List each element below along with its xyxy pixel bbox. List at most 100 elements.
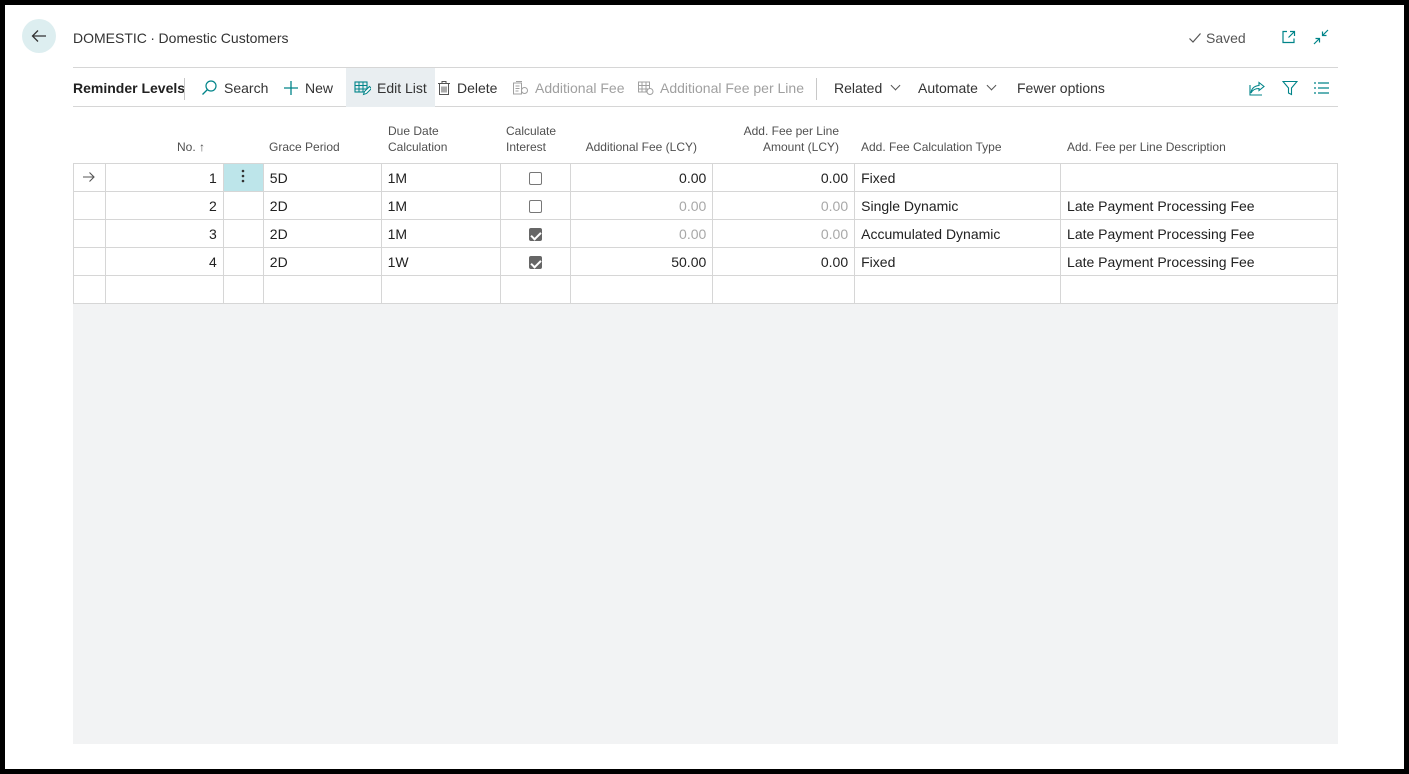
column-header-no[interactable]: No. ↑ (105, 139, 205, 155)
cell-grace-period[interactable]: 2D (262, 219, 382, 248)
related-menu[interactable]: Related (834, 68, 901, 107)
reminder-levels-grid: No. ↑ Grace Period Due Date Calculation … (73, 117, 1338, 744)
table-row[interactable]: 2 2D 1M 0.00 0.00 Single Dynamic Late Payment … (73, 191, 1338, 220)
empty-cell[interactable] (854, 275, 1062, 304)
column-header-add-fee-calculation-type[interactable]: Add. Fee Calculation Type (861, 139, 1002, 155)
cell-add-fee-calculation-type[interactable]: Single Dynamic (854, 191, 1062, 220)
empty-cell[interactable] (222, 275, 264, 304)
automate-menu[interactable]: Automate (918, 68, 997, 107)
cell-add-fee-calculation-type[interactable]: Fixed (854, 163, 1062, 192)
calculate-interest-checkbox[interactable] (528, 200, 542, 214)
empty-cell[interactable] (262, 275, 382, 304)
cell-add-fee-per-line-description[interactable] (1060, 163, 1338, 192)
column-header-additional-fee[interactable]: Additional Fee (LCY) (577, 139, 697, 155)
open-in-new-window-icon (1282, 30, 1296, 44)
cell-grace-period[interactable]: 5D (262, 163, 382, 192)
cell-grace-period[interactable]: 2D (262, 247, 382, 276)
cell-due-date-calculation[interactable]: 1M (380, 191, 501, 220)
cell-no[interactable]: 1 (104, 163, 224, 192)
share-button[interactable] (1249, 68, 1266, 107)
cell-add-fee-per-line-description[interactable]: Late Payment Processing Fee (1060, 247, 1338, 276)
table-row[interactable]: 4 2D 1W 50.00 0.00 Fixed Late Payment Processi… (73, 247, 1338, 276)
cell-additional-fee[interactable]: 50.00 (570, 247, 714, 276)
cell-grace-period[interactable]: 2D (262, 191, 382, 220)
search-icon (202, 80, 217, 95)
additional-fee-button[interactable]: Additional Fee (512, 68, 625, 107)
collapse-button[interactable] (1311, 27, 1331, 47)
calculate-interest-checkbox[interactable] (528, 228, 542, 242)
cell-add-fee-calculation-type[interactable]: Accumulated Dynamic (854, 219, 1062, 248)
delete-button[interactable]: Delete (437, 68, 497, 107)
row-actions-button[interactable] (222, 163, 264, 192)
fewer-options-label: Fewer options (1017, 79, 1105, 96)
share-icon (1249, 80, 1265, 96)
cell-calculate-interest[interactable] (499, 219, 572, 248)
column-header-grace-period[interactable]: Grace Period (269, 139, 340, 155)
cell-calculate-interest[interactable] (499, 191, 572, 220)
cell-additional-fee[interactable]: 0.00 (570, 163, 714, 192)
cell-add-fee-per-line-amount[interactable]: 0.00 (712, 247, 856, 276)
saved-label: Saved (1206, 30, 1246, 46)
due-date-line2: Calculation (388, 140, 448, 154)
cell-additional-fee[interactable]: 0.00 (570, 191, 714, 220)
cell-add-fee-per-line-description[interactable]: Late Payment Processing Fee (1060, 191, 1338, 220)
additional-fee-label: Additional Fee (535, 79, 625, 96)
row-indicator (73, 191, 106, 220)
open-new-window-button[interactable] (1279, 27, 1299, 47)
table-row-new[interactable] (73, 275, 1338, 304)
filter-icon (1282, 80, 1298, 95)
additional-fee-per-line-label: Additional Fee per Line (660, 79, 804, 96)
edit-list-icon (354, 80, 371, 95)
column-header-due-date-calculation[interactable]: Due Date Calculation (388, 123, 447, 155)
edit-list-label: Edit List (377, 79, 427, 96)
cell-add-fee-calculation-type[interactable]: Fixed (854, 247, 1062, 276)
cell-add-fee-per-line-amount[interactable]: 0.00 (712, 191, 856, 220)
filter-button[interactable] (1282, 68, 1298, 107)
cell-calculate-interest[interactable] (499, 163, 572, 192)
calculate-interest-checkbox[interactable] (528, 172, 542, 186)
cell-add-fee-per-line-amount[interactable]: 0.00 (712, 219, 856, 248)
delete-label: Delete (457, 79, 498, 96)
chevron-down-icon (890, 80, 901, 91)
cell-no[interactable]: 4 (104, 247, 224, 276)
cell-add-fee-per-line-description[interactable]: Late Payment Processing Fee (1060, 219, 1338, 248)
collapse-icon (1313, 29, 1329, 45)
empty-cell[interactable] (712, 275, 856, 304)
related-label: Related (834, 79, 883, 96)
list-view-button[interactable] (1313, 68, 1330, 107)
table-body: 1 5D 1M 0.00 0.00 Fixed 2 2D 1M 0.00 0.00 Single Dy… (73, 163, 1338, 304)
calculate-interest-line1: Calculate (506, 124, 557, 138)
empty-cell[interactable] (380, 275, 501, 304)
per-line-amount-line1: Add. Fee per Line (743, 124, 839, 138)
table-row[interactable]: 3 2D 1M 0.00 0.00 Accumulated Dynamic Late Pay… (73, 219, 1338, 248)
empty-cell[interactable] (499, 275, 572, 304)
row-actions-cell (222, 219, 264, 248)
empty-cell[interactable] (1060, 275, 1338, 304)
action-bar: Reminder Levels Search New Edit List Del… (73, 67, 1338, 107)
arrow-left-icon (31, 30, 46, 42)
additional-fee-per-line-button[interactable]: Additional Fee per Line (637, 68, 804, 107)
cell-due-date-calculation[interactable]: 1M (380, 163, 501, 192)
cell-due-date-calculation[interactable]: 1M (380, 219, 501, 248)
empty-cell[interactable] (73, 275, 106, 304)
divider (816, 78, 817, 100)
calculate-interest-checkbox[interactable] (528, 256, 542, 270)
fewer-options-button[interactable]: Fewer options (1017, 68, 1105, 107)
column-header-calculate-interest[interactable]: Calculate Interest (506, 123, 556, 155)
cell-additional-fee[interactable]: 0.00 (570, 219, 714, 248)
cell-calculate-interest[interactable] (499, 247, 572, 276)
table-row[interactable]: 1 5D 1M 0.00 0.00 Fixed (73, 163, 1338, 192)
column-header-add-fee-per-line-description[interactable]: Add. Fee per Line Description (1067, 139, 1226, 155)
edit-list-button[interactable]: Edit List (346, 68, 435, 107)
cell-no[interactable]: 2 (104, 191, 224, 220)
empty-cell[interactable] (104, 275, 224, 304)
fee-setup-icon (513, 80, 528, 94)
back-button[interactable] (22, 19, 56, 53)
search-button[interactable]: Search (201, 68, 268, 107)
column-header-add-fee-per-line-amount[interactable]: Add. Fee per Line Amount (LCY) (719, 123, 839, 155)
cell-due-date-calculation[interactable]: 1W (380, 247, 501, 276)
new-button[interactable]: New (283, 68, 333, 107)
cell-no[interactable]: 3 (104, 219, 224, 248)
empty-cell[interactable] (570, 275, 714, 304)
cell-add-fee-per-line-amount[interactable]: 0.00 (712, 163, 856, 192)
